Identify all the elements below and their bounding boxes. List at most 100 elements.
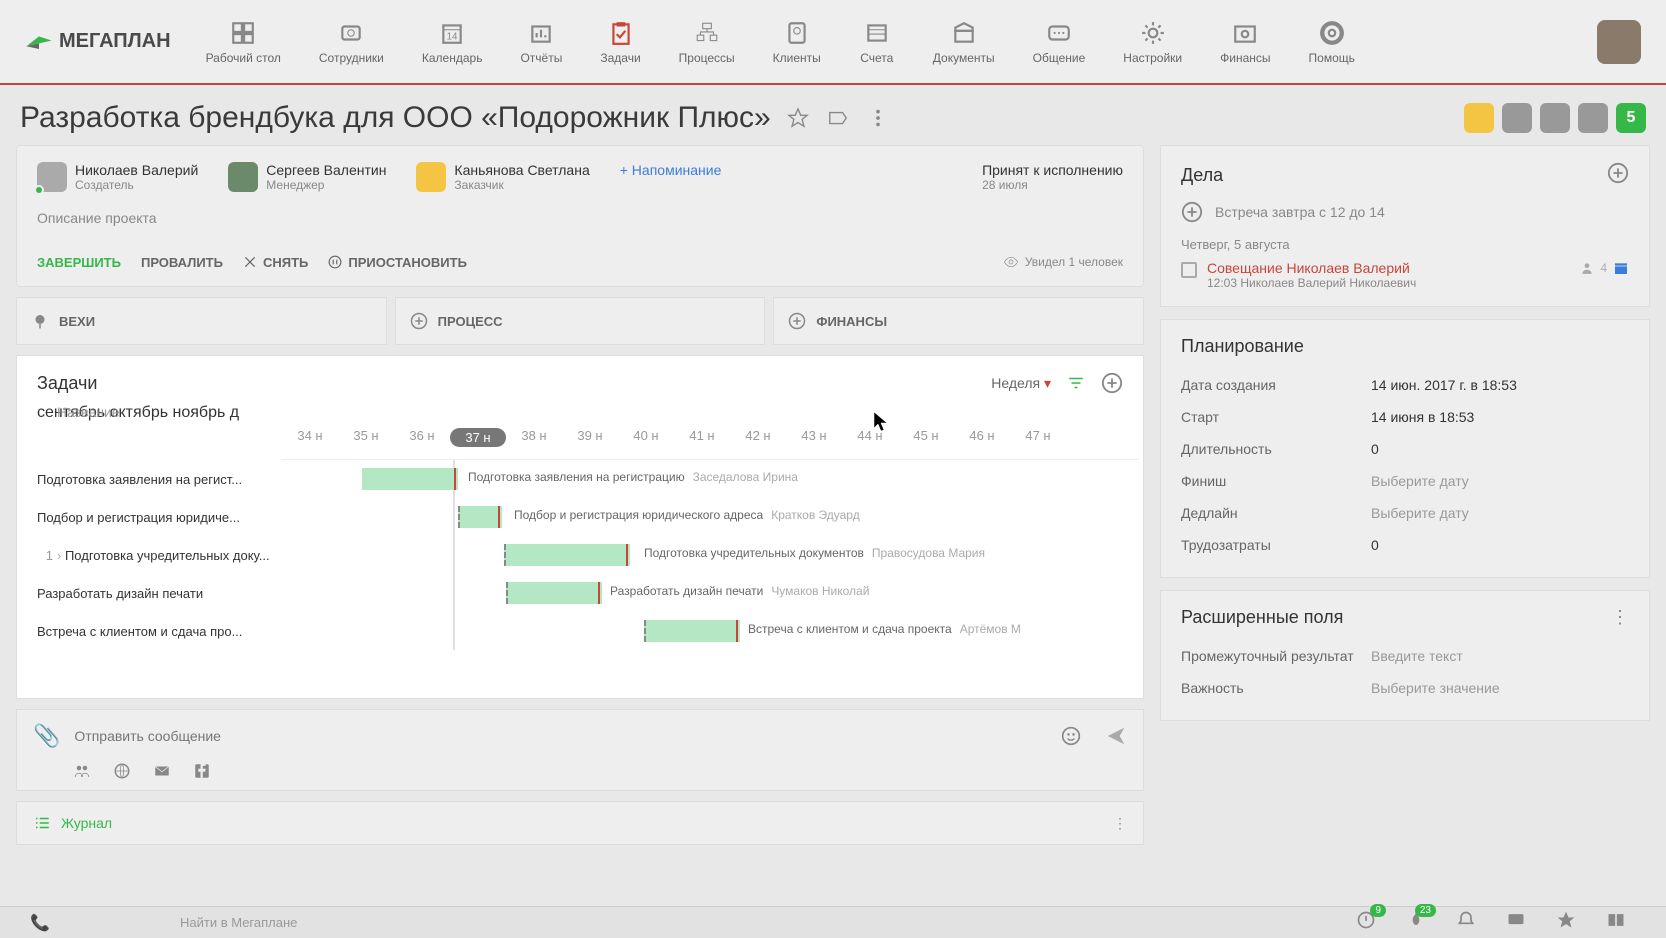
nav-Клиенты[interactable]: Клиенты [763,13,831,71]
view-dropdown[interactable]: Неделя ▾ [991,375,1051,392]
facebook-icon[interactable] [193,762,211,780]
attach-icon[interactable]: 📎 [33,723,60,749]
tab-process[interactable]: ПРОЦЕСС [395,297,766,345]
plus-circle-icon[interactable] [1181,201,1203,223]
ext-row[interactable]: Промежуточный результатВведите текст [1181,640,1629,672]
status-text: Принят к исполнению [982,162,1123,178]
week-header[interactable]: 34 н [282,428,338,447]
nav-Задачи[interactable]: Задачи [590,13,650,71]
nav-Помощь[interactable]: Помощь [1299,13,1365,71]
globe-icon[interactable] [113,762,131,780]
nav-Календарь[interactable]: 14Календарь [412,13,493,71]
week-header[interactable]: 40 н [618,428,674,447]
person-customer[interactable]: Каньянова СветланаЗаказчик [416,162,589,192]
phone-icon[interactable]: 📞 [0,913,80,933]
tab-milestones[interactable]: ВЕХИ [16,297,387,345]
gantt-bar[interactable] [362,468,458,490]
gantt-row[interactable]: 1› Подготовка учредительных доку...Подго… [37,536,1139,574]
more-icon[interactable] [867,107,889,129]
avatar[interactable] [1578,103,1608,133]
nav-Финансы[interactable]: Финансы [1210,13,1280,71]
nav-Настройки[interactable]: Настройки [1113,13,1192,71]
people-icon[interactable] [73,762,91,780]
complete-button[interactable]: ЗАВЕРШИТЬ [37,255,121,270]
calendar-icon[interactable] [1613,260,1629,276]
gantt-bar[interactable] [504,544,630,566]
message-input[interactable] [74,720,1047,752]
week-header[interactable]: 41 н [674,428,730,447]
fire-icon[interactable]: 23 [1406,910,1426,935]
add-reminder[interactable]: + Напоминание [620,162,722,178]
journal-more-icon[interactable]: ⋮ [1113,815,1127,832]
bell-icon[interactable] [1456,910,1476,935]
nav-Сотрудники[interactable]: Сотрудники [309,13,394,71]
planning-row[interactable]: ДедлайнВыберите дату [1181,497,1629,529]
star-icon[interactable] [1556,910,1576,935]
person-creator[interactable]: Николаев ВалерийСоздатель [37,162,198,192]
nav-Счета[interactable]: Счета [849,13,905,71]
week-header[interactable]: 43 н [786,428,842,447]
week-header[interactable]: 44 н [842,428,898,447]
add-task-icon[interactable] [1101,372,1123,394]
week-header[interactable]: 42 н [730,428,786,447]
filter-icon[interactable] [1067,374,1085,392]
gantt-bar[interactable] [506,582,602,604]
avatar[interactable] [1464,103,1494,133]
gantt-row[interactable]: Встреча с клиентом и сдача про...Встреча… [37,612,1139,650]
ext-more-icon[interactable]: ⋮ [1611,607,1629,628]
dela-group-date: Четверг, 5 августа [1181,237,1629,252]
tab-finance[interactable]: ФИНАНСЫ [773,297,1144,345]
more-count-badge[interactable]: 5 [1616,103,1646,133]
nav-Документы[interactable]: Документы [923,13,1005,71]
ext-row[interactable]: ВажностьВыберите значение [1181,672,1629,704]
week-header[interactable]: 46 н [954,428,1010,447]
add-dela-icon[interactable] [1607,162,1629,189]
global-search[interactable]: Найти в Мегаплане [180,915,297,930]
send-icon[interactable] [1105,725,1127,747]
avatar[interactable] [1502,103,1532,133]
fail-button[interactable]: ПРОВАЛИТЬ [141,255,223,270]
planning-row[interactable]: ФинишВыберите дату [1181,465,1629,497]
avatar[interactable] [1540,103,1570,133]
nav-icon [779,19,815,47]
mail-icon[interactable] [153,762,171,780]
week-header[interactable]: 38 н [506,428,562,447]
journal-section[interactable]: Журнал ⋮ [16,801,1144,845]
add-dela-placeholder[interactable]: Встреча завтра с 12 до 14 [1215,204,1385,220]
gantt-row[interactable]: Подбор и регистрация юридиче...Подбор и … [37,498,1139,536]
nav-Общение[interactable]: Общение [1023,13,1096,71]
chat-icon[interactable] [1506,910,1526,935]
checkbox[interactable] [1181,262,1197,278]
emoji-icon[interactable] [1061,726,1081,746]
bottom-bar: 📞 Найти в Мегаплане 9 23 [0,906,1666,938]
gantt-row[interactable]: Подготовка заявления на регист...Подгото… [37,460,1139,498]
remove-button[interactable]: СНЯТЬ [243,255,308,270]
planning-row[interactable]: Длительность0 [1181,433,1629,465]
tag-icon[interactable] [827,107,849,129]
week-header[interactable]: 39 н [562,428,618,447]
week-header[interactable]: 36 н [394,428,450,447]
person-manager[interactable]: Сергеев ВалентинМенеджер [228,162,386,192]
seen-by[interactable]: Увидел 1 человек [1003,254,1123,270]
star-icon[interactable] [787,107,809,129]
week-header[interactable]: 45 н [898,428,954,447]
gantt-bar[interactable] [458,506,502,528]
gantt-row[interactable]: Разработать дизайн печатиРазработать диз… [37,574,1139,612]
gantt-bar[interactable] [644,620,740,642]
book-icon[interactable] [1606,910,1626,935]
week-header[interactable]: 35 н [338,428,394,447]
week-header[interactable]: 47 н [1010,428,1066,447]
nav-Рабочий стол[interactable]: Рабочий стол [196,13,291,71]
nav-Отчёты[interactable]: Отчёты [510,13,572,71]
project-description[interactable]: Описание проекта [37,210,1123,226]
planning-row[interactable]: Трудозатраты0 [1181,529,1629,561]
user-avatar[interactable] [1597,20,1641,64]
planning-row[interactable]: Дата создания14 июн. 2017 г. в 18:53 [1181,369,1629,401]
nav-Процессы[interactable]: Процессы [669,13,745,71]
logo[interactable]: МЕГАПЛАН [25,30,171,53]
week-header[interactable]: 37 н [450,428,506,447]
planning-row[interactable]: Старт14 июня в 18:53 [1181,401,1629,433]
alert-icon[interactable]: 9 [1356,910,1376,935]
pause-button[interactable]: ПРИОСТАНОВИТЬ [328,255,467,270]
dela-item[interactable]: Совещание Николаев Валерий 12:03 Николае… [1181,260,1629,290]
